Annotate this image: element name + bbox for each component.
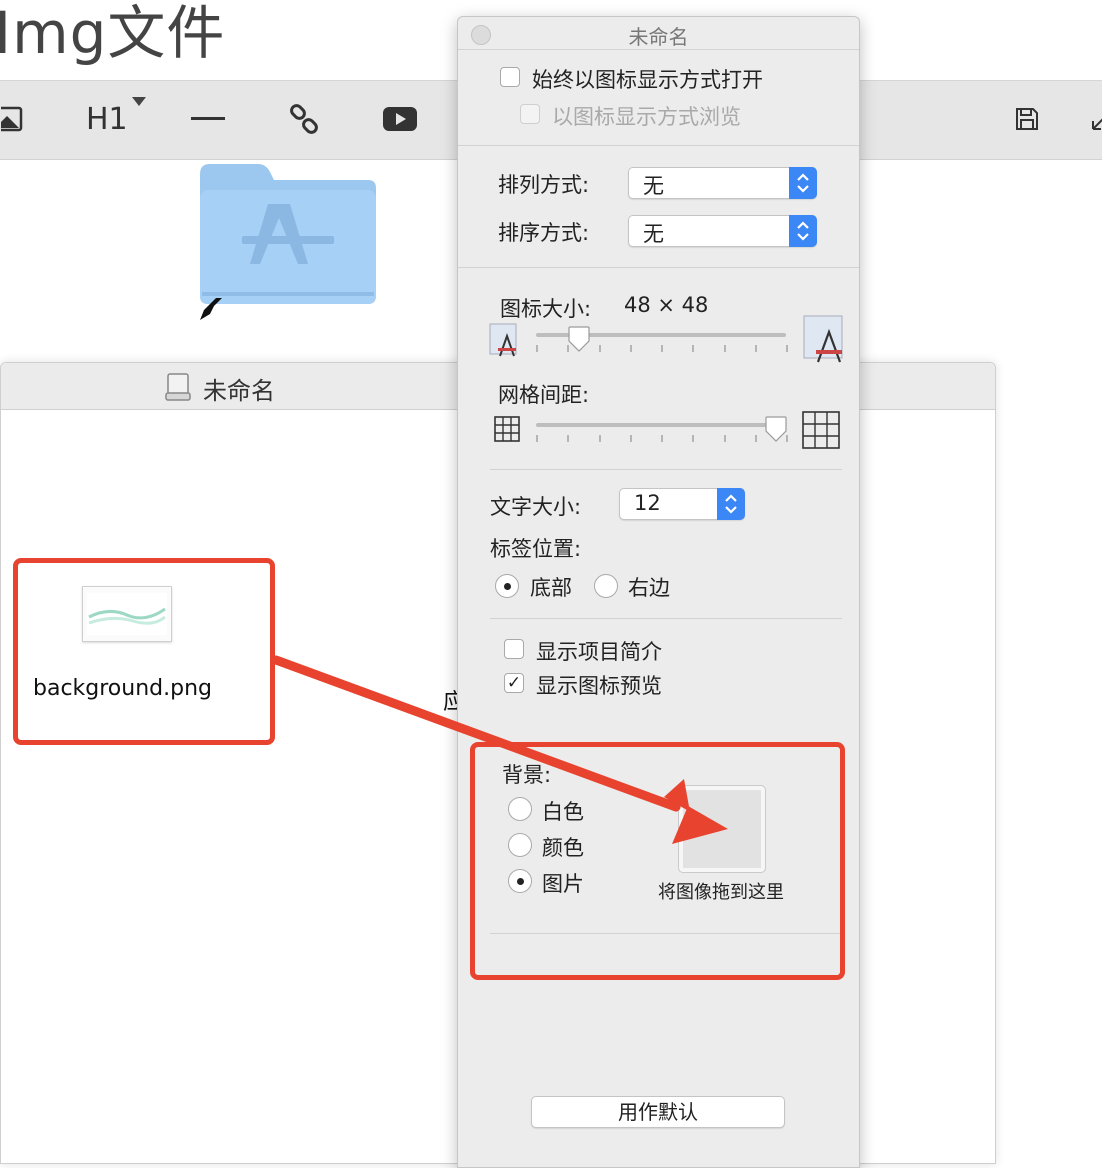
annotation-arrow-icon (271, 655, 728, 844)
